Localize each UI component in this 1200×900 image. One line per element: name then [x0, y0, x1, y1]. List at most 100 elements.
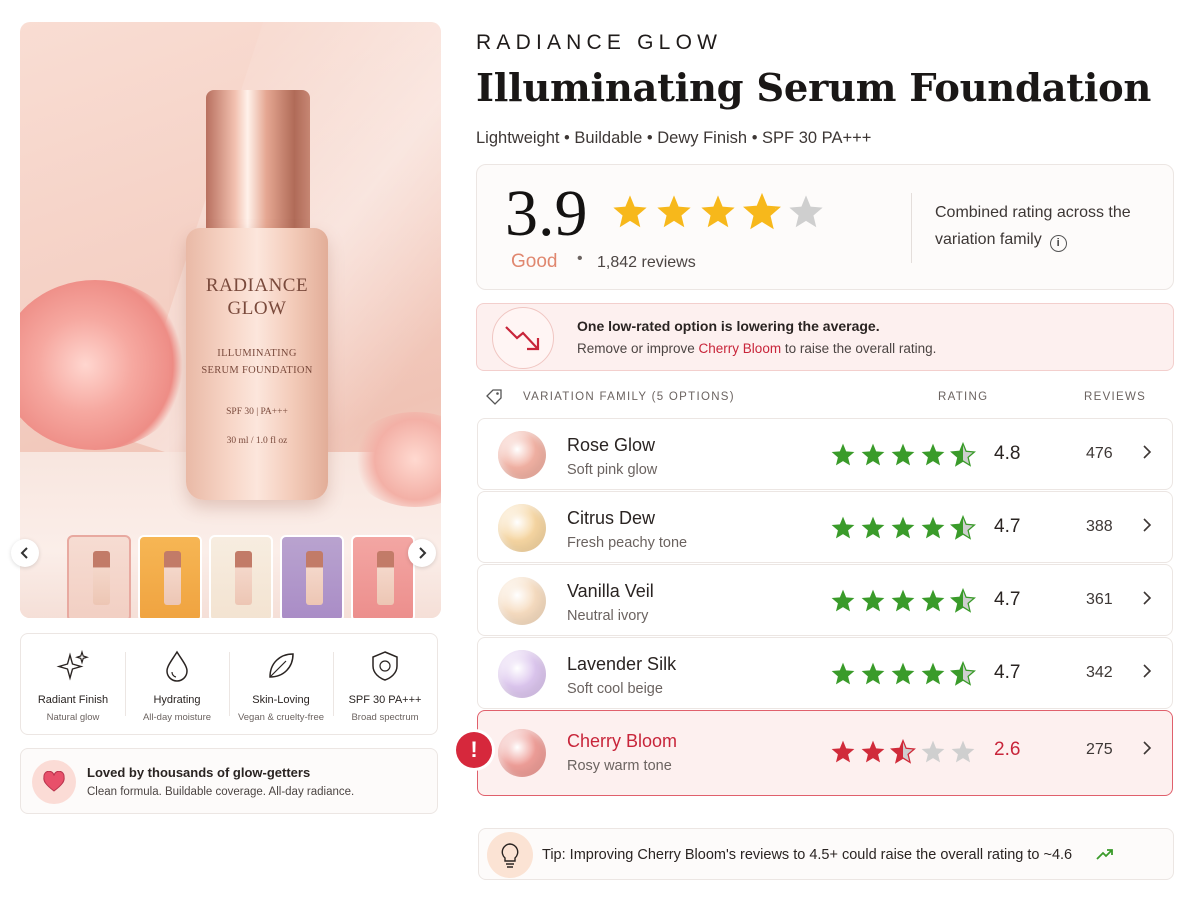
trending-down-icon	[492, 307, 554, 369]
star-icon	[831, 662, 855, 685]
chevron-left-icon	[20, 547, 28, 559]
product-title: Illuminating Serum Foundation	[476, 66, 1152, 111]
tip-banner: Tip: Improving Cherry Bloom's reviews to…	[478, 828, 1174, 880]
info-icon[interactable]: i	[1049, 235, 1067, 252]
thumbnail-citrus-dew[interactable]	[138, 535, 202, 618]
star-icon	[950, 661, 976, 686]
chevron-right-icon[interactable]	[1142, 589, 1152, 610]
sparkle-icon	[56, 648, 90, 684]
star-icon	[950, 515, 976, 540]
swatch	[498, 431, 546, 479]
rating-label: Good	[511, 251, 558, 272]
trending-up-icon	[1095, 847, 1115, 866]
chevron-right-icon[interactable]	[1142, 662, 1152, 683]
star-icon	[831, 516, 855, 539]
star-icon	[831, 589, 855, 612]
star-icon	[950, 442, 976, 467]
star-icon	[831, 443, 855, 466]
star-icon	[861, 740, 885, 763]
feature-hydrating: Hydrating All-day moisture	[125, 634, 229, 734]
shield-icon	[369, 648, 401, 684]
thumbnail-strip	[67, 535, 415, 618]
separator-dot: •	[577, 250, 583, 267]
star-icon	[861, 516, 885, 539]
leaf-icon	[264, 648, 298, 684]
swatch	[498, 504, 546, 552]
star-icon	[743, 193, 781, 230]
header-rating: RATING	[938, 391, 989, 403]
thumbnail-rose-glow[interactable]	[67, 535, 131, 618]
star-icon	[613, 195, 647, 228]
star-icon	[789, 195, 823, 228]
bottle-spf: SPF 30 | PA+++	[226, 407, 288, 417]
thumbnail-vanilla-veil[interactable]	[209, 535, 273, 618]
product-subtitle: Lightweight • Buildable • Dewy Finish • …	[476, 129, 872, 147]
tip-text: Tip: Improving Cherry Bloom's reviews to…	[542, 847, 1073, 863]
cherry-bloom-link[interactable]: Cherry Bloom	[699, 341, 782, 356]
rating-note: Combined rating across the variation fam…	[935, 199, 1145, 253]
variation-row-vanilla-veil[interactable]: Vanilla Veil Neutral ivory 4.7 361	[477, 564, 1173, 636]
variation-row-rose-glow[interactable]: Rose Glow Soft pink glow 4.8 476	[477, 418, 1173, 490]
star-icon	[921, 589, 945, 612]
star-icon	[921, 516, 945, 539]
row-stars	[830, 515, 976, 541]
star-icon	[921, 662, 945, 685]
star-icon	[891, 443, 915, 466]
star-icon	[951, 740, 975, 763]
overall-score: 3.9	[505, 177, 588, 250]
overall-rating-card: 3.9 Good • 1,842 reviews Combined rating…	[476, 164, 1174, 290]
star-icon	[861, 589, 885, 612]
thumbnail-cherry-bloom[interactable]	[351, 535, 415, 618]
star-icon	[657, 195, 691, 228]
star-icon	[831, 740, 855, 763]
divider	[911, 193, 912, 263]
bottle-product-name: ILLUMINATING SERUM FOUNDATION	[201, 348, 313, 376]
thumbnail-lavender-silk[interactable]	[280, 535, 344, 618]
heart-icon	[32, 760, 76, 804]
variation-table-header: VARIATION FAMILY (5 OPTIONS) RATING REVI…	[476, 389, 1174, 407]
star-icon	[950, 588, 976, 613]
chevron-right-icon	[419, 547, 427, 559]
row-stars	[830, 442, 976, 468]
star-icon	[921, 740, 945, 763]
feature-radiant-finish: Radiant Finish Natural glow	[21, 634, 125, 734]
header-variation-family: VARIATION FAMILY (5 OPTIONS)	[523, 391, 735, 403]
star-icon	[891, 662, 915, 685]
swatch	[498, 650, 546, 698]
bottle-volume: 30 ml / 1.0 fl oz	[226, 436, 288, 446]
warning-icon: !	[456, 732, 492, 768]
star-icon	[891, 516, 915, 539]
product-hero-image: RADIANCE GLOW ILLUMINATING SERUM FOUNDATIO…	[20, 22, 441, 618]
row-stars	[830, 739, 976, 765]
loved-banner: Loved by thousands of glow-getters Clean…	[20, 748, 438, 814]
variation-row-citrus-dew[interactable]: Citrus Dew Fresh peachy tone 4.7 388	[477, 491, 1173, 563]
overall-stars	[611, 193, 825, 231]
chevron-right-icon[interactable]	[1142, 516, 1152, 537]
bottle-cap	[206, 90, 310, 232]
variation-row-cherry-bloom[interactable]: Cherry Bloom Rosy warm tone 2.6 275	[477, 710, 1173, 796]
feature-spf: SPF 30 PA+++ Broad spectrum	[333, 634, 437, 734]
feature-highlights: Radiant Finish Natural glow Hydrating Al…	[20, 633, 438, 735]
swatch	[498, 729, 546, 777]
star-icon	[891, 589, 915, 612]
carousel-next-button[interactable]	[408, 539, 436, 567]
lightbulb-icon	[487, 832, 533, 878]
tag-icon	[485, 389, 503, 408]
carousel-prev-button[interactable]	[11, 539, 39, 567]
swatch	[498, 577, 546, 625]
star-icon	[701, 195, 735, 228]
low-rating-alert: One low-rated option is lowering the ave…	[476, 303, 1174, 371]
star-icon	[921, 443, 945, 466]
bottle-brand: RADIANCE GLOW	[205, 275, 309, 319]
row-stars	[830, 588, 976, 614]
droplet-icon	[163, 648, 191, 684]
feature-skin-loving: Skin-Loving Vegan & cruelty-free	[229, 634, 333, 734]
star-icon	[861, 662, 885, 685]
chevron-right-icon[interactable]	[1142, 443, 1152, 464]
review-count: 1,842 reviews	[597, 254, 696, 271]
star-icon	[890, 739, 916, 764]
brand-name: RADIANCE GLOW	[476, 31, 723, 54]
variation-row-lavender-silk[interactable]: Lavender Silk Soft cool beige 4.7 342	[477, 637, 1173, 709]
chevron-right-icon[interactable]	[1142, 739, 1152, 760]
header-reviews: REVIEWS	[1084, 391, 1147, 403]
